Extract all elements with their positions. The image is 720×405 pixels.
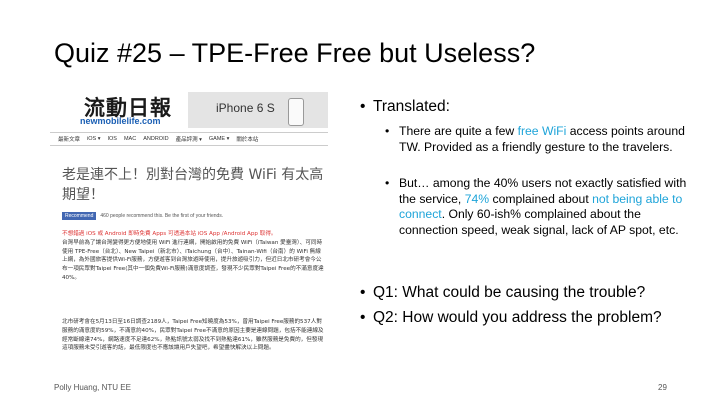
ad-text: iPhone 6 S	[216, 101, 275, 115]
question-2-text: Q2: How would you address the problem?	[373, 309, 662, 326]
bullet-dot: •	[360, 284, 366, 301]
nav-item: MAC	[123, 136, 137, 142]
article-text-1: 台灣早前為了讓台灣變得更方便地使用 WiFi 進行連網，開始啟用的免費 WiFi…	[62, 239, 324, 281]
bullet-dot: •	[385, 124, 390, 138]
phone-icon	[288, 98, 304, 126]
sub-bullet-2: • But… among the 40% users not exactly s…	[385, 176, 690, 238]
page-number: 29	[658, 383, 667, 392]
sub-bullet-1-text: There are quite a few free WiFi access p…	[399, 124, 690, 155]
site-url: newmobilelife.com	[80, 116, 161, 126]
bullet-dot: •	[385, 176, 390, 190]
facebook-recommend-row: Recommend 460 people recommend this. Be …	[62, 212, 223, 220]
question-2: • Q2: How would you address the problem?	[360, 308, 700, 327]
nav-item: 產品評測 ▾	[175, 137, 202, 143]
article-paragraph-1: 不想錯過 iOS 或 Android 即時免費 Apps 可透過本站 iOS A…	[62, 230, 324, 283]
iphone-ad-banner: iPhone 6 S	[188, 92, 328, 128]
nav-item: iOS ▾	[87, 136, 101, 142]
text-run: complained about	[489, 191, 593, 206]
site-header: 流動日報 newmobilelife.com iPhone 6 S	[50, 90, 328, 130]
translated-label: Translated:	[373, 98, 450, 115]
sub-bullet-1: • There are quite a few free WiFi access…	[385, 124, 690, 155]
slide: Quiz #25 – TPE-Free Free but Useless? 流動…	[0, 0, 720, 405]
question-1-text: Q1: What could be causing the trouble?	[373, 284, 646, 301]
nav-item: 關於本站	[236, 137, 259, 143]
bullet-dot: •	[360, 98, 366, 115]
article-headline: 老是連不上！別對台灣的免費 WiFi 有太高期望！	[62, 167, 324, 203]
question-1: • Q1: What could be causing the trouble?	[360, 283, 700, 302]
fb-recommend-button: Recommend	[62, 212, 97, 220]
fb-recommend-text: 460 people recommend this. Be the first …	[100, 213, 224, 219]
sub-bullet-2-text: But… among the 40% users not exactly sat…	[399, 176, 690, 238]
nav-item: IOS	[107, 136, 117, 142]
promo-text: 不想錯過 iOS 或 Android 即時免費 Apps 可透過本站 iOS A…	[62, 231, 277, 237]
text-run: There are quite a few	[399, 124, 518, 138]
news-article-screenshot: 流動日報 newmobilelife.com iPhone 6 S 最新文章 i…	[50, 90, 328, 376]
nav-item: GAME ▾	[208, 136, 230, 142]
nav-item: ANDROID	[143, 136, 169, 142]
site-nav: 最新文章 iOS ▾ IOS MAC ANDROID 產品評測 ▾ GAME ▾…	[50, 132, 328, 146]
slide-title: Quiz #25 – TPE-Free Free but Useless?	[54, 38, 536, 68]
footer-author: Polly Huang, NTU EE	[54, 383, 131, 392]
bullet-dot: •	[360, 309, 366, 326]
article-paragraph-2: 北市研考會在5月13日至16日調查2189人，Taipei Free知曉度為53…	[62, 319, 324, 352]
text-run: . Only 60-ish% complained about the conn…	[399, 207, 679, 237]
highlight-free-wifi: free WiFi	[517, 124, 567, 138]
highlight-74-percent: 74%	[464, 191, 490, 206]
nav-item: 最新文章	[58, 137, 81, 143]
